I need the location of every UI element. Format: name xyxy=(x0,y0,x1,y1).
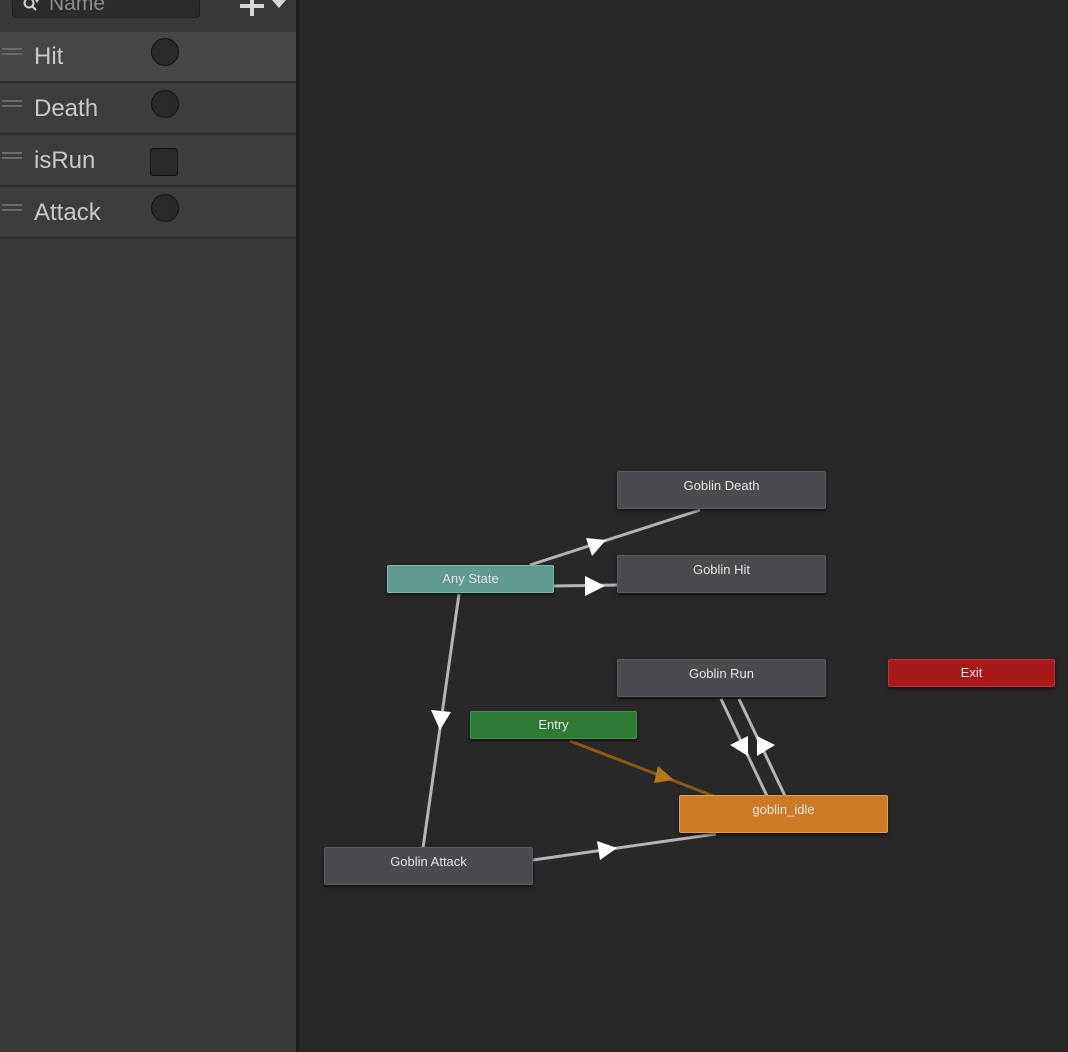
drag-handle-icon[interactable] xyxy=(2,48,22,55)
search-box[interactable] xyxy=(12,0,200,18)
parameter-name: Death xyxy=(34,95,99,122)
parameter-name: Hit xyxy=(34,43,64,70)
parameter-name: isRun xyxy=(34,147,96,174)
drag-handle-icon[interactable] xyxy=(2,100,22,107)
parameter-row-hit[interactable]: Hit xyxy=(0,32,296,83)
plus-icon xyxy=(240,0,286,16)
state-label: Goblin Run xyxy=(688,666,755,681)
state-node-any-state[interactable]: Any State xyxy=(387,565,554,593)
drag-handle-icon[interactable] xyxy=(2,152,22,159)
parameters-panel: Hit Death isRun Attack xyxy=(0,0,299,1052)
state-label: Goblin Hit xyxy=(692,562,751,577)
drag-handle-icon[interactable] xyxy=(2,204,22,211)
parameter-row-attack[interactable]: Attack xyxy=(0,188,296,239)
trigger-toggle[interactable] xyxy=(151,90,179,118)
state-node-goblin-idle[interactable]: goblin_idle xyxy=(679,795,888,833)
trigger-toggle[interactable] xyxy=(151,38,179,66)
state-node-goblin-attack[interactable]: Goblin Attack xyxy=(324,847,533,885)
parameter-name: Attack xyxy=(34,199,101,226)
add-parameter-button[interactable] xyxy=(236,0,290,18)
state-label: Any State xyxy=(442,571,499,586)
state-label: Goblin Death xyxy=(683,478,760,493)
search-input[interactable] xyxy=(49,0,195,17)
trigger-toggle[interactable] xyxy=(151,194,179,222)
state-label: Exit xyxy=(960,665,983,680)
state-label: goblin_idle xyxy=(752,802,815,817)
parameter-row-death[interactable]: Death xyxy=(0,84,296,135)
state-node-goblin-death[interactable]: Goblin Death xyxy=(617,471,826,509)
bool-checkbox[interactable] xyxy=(150,148,178,176)
search-icon xyxy=(23,0,39,11)
animator-graph-canvas[interactable] xyxy=(299,0,1068,1052)
state-node-goblin-hit[interactable]: Goblin Hit xyxy=(617,555,826,593)
state-label: Entry xyxy=(538,717,569,732)
state-node-entry[interactable]: Entry xyxy=(470,711,637,739)
parameter-row-isrun[interactable]: isRun xyxy=(0,136,296,187)
state-node-exit[interactable]: Exit xyxy=(888,659,1055,687)
state-label: Goblin Attack xyxy=(390,854,467,869)
state-node-goblin-run[interactable]: Goblin Run xyxy=(617,659,826,697)
